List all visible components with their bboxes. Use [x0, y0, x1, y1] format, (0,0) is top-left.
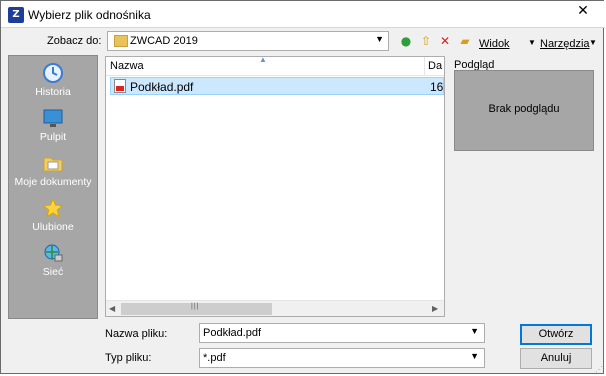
- place-desktop[interactable]: Pulpit: [9, 107, 97, 143]
- place-label: Pulpit: [39, 131, 67, 143]
- column-header-row: ▲ Nazwa Da: [106, 57, 444, 76]
- look-in-label: Zobacz do:: [47, 35, 102, 47]
- filename-label: Nazwa pliku:: [105, 328, 168, 340]
- folder-icon: [114, 35, 128, 47]
- filename-value: Podkład.pdf: [203, 327, 262, 339]
- look-in-value: ZWCAD 2019: [130, 35, 198, 47]
- scrollbar-grip-icon: |||: [191, 303, 200, 310]
- chevron-down-icon: ▼: [375, 34, 384, 44]
- column-header-name[interactable]: Nazwa: [110, 60, 144, 72]
- look-in-combo[interactable]: ZWCAD 2019 ▼: [107, 31, 389, 51]
- places-bar: Historia Pulpit Moje dokumenty Ulubione …: [8, 55, 98, 319]
- close-button[interactable]: ✕: [561, 1, 605, 21]
- preview-empty-text: Brak podglądu: [488, 103, 560, 115]
- documents-icon: [43, 157, 63, 172]
- delete-icon[interactable]: ✕: [438, 34, 452, 48]
- sort-ascending-icon: ▲: [259, 56, 267, 64]
- place-history[interactable]: Historia: [9, 62, 97, 98]
- place-label: Historia: [35, 86, 71, 98]
- chevron-down-icon[interactable]: ▼: [470, 351, 479, 361]
- filename-input[interactable]: Podkład.pdf ▼: [199, 323, 485, 343]
- pdf-file-icon: [114, 79, 126, 93]
- place-documents[interactable]: Moje dokumenty: [9, 152, 97, 188]
- file-dialog: Z Wybierz plik odnośnika ✕ Zobacz do: ZW…: [0, 0, 605, 374]
- place-label: Moje dokumenty: [14, 176, 92, 188]
- network-icon: [44, 244, 63, 262]
- filetype-value: *.pdf: [203, 352, 226, 364]
- up-folder-icon[interactable]: ⇧: [419, 34, 433, 48]
- place-label: Ulubione: [32, 221, 74, 233]
- zwcad-app-icon: Z: [8, 7, 24, 23]
- file-row[interactable]: Podkład.pdf 16.: [110, 77, 444, 95]
- favorites-icon: [42, 197, 64, 218]
- horizontal-scrollbar[interactable]: ◀ ||| ▶: [106, 300, 444, 316]
- filetype-select[interactable]: *.pdf ▼: [199, 348, 485, 368]
- back-icon[interactable]: ●: [399, 34, 413, 48]
- window-title: Wybierz plik odnośnika: [28, 8, 151, 22]
- place-label: Sieć: [42, 266, 64, 278]
- place-favorites[interactable]: Ulubione: [9, 197, 97, 233]
- resize-grip-icon[interactable]: ⋰: [595, 365, 603, 374]
- views-dropdown-icon[interactable]: ▼: [528, 38, 536, 47]
- history-icon: [43, 63, 63, 83]
- column-header-date[interactable]: Da: [428, 60, 442, 72]
- filetype-label: Typ pliku:: [105, 352, 152, 364]
- place-network[interactable]: Sieć: [9, 242, 97, 278]
- preview-pane: Brak podglądu: [454, 70, 594, 151]
- file-name: Podkład.pdf: [130, 80, 194, 94]
- tools-dropdown-icon[interactable]: ▼: [589, 38, 597, 47]
- desktop-icon: [43, 109, 63, 127]
- views-button[interactable]: Widok: [479, 38, 510, 50]
- chevron-down-icon[interactable]: ▼: [470, 326, 479, 336]
- tools-button[interactable]: Narzędzia: [540, 38, 590, 50]
- file-date: 16.: [430, 80, 444, 94]
- title-bar: Z Wybierz plik odnośnika ✕: [1, 1, 605, 28]
- scroll-left-icon[interactable]: ◀: [109, 304, 115, 313]
- column-divider[interactable]: [424, 57, 425, 75]
- open-button[interactable]: Otwórz: [520, 324, 592, 345]
- scroll-right-icon[interactable]: ▶: [432, 304, 438, 313]
- new-folder-icon[interactable]: ▰: [458, 34, 472, 48]
- file-list[interactable]: ▲ Nazwa Da Podkład.pdf 16. ◀ ||| ▶: [105, 56, 445, 317]
- cancel-button[interactable]: Anuluj: [520, 348, 592, 369]
